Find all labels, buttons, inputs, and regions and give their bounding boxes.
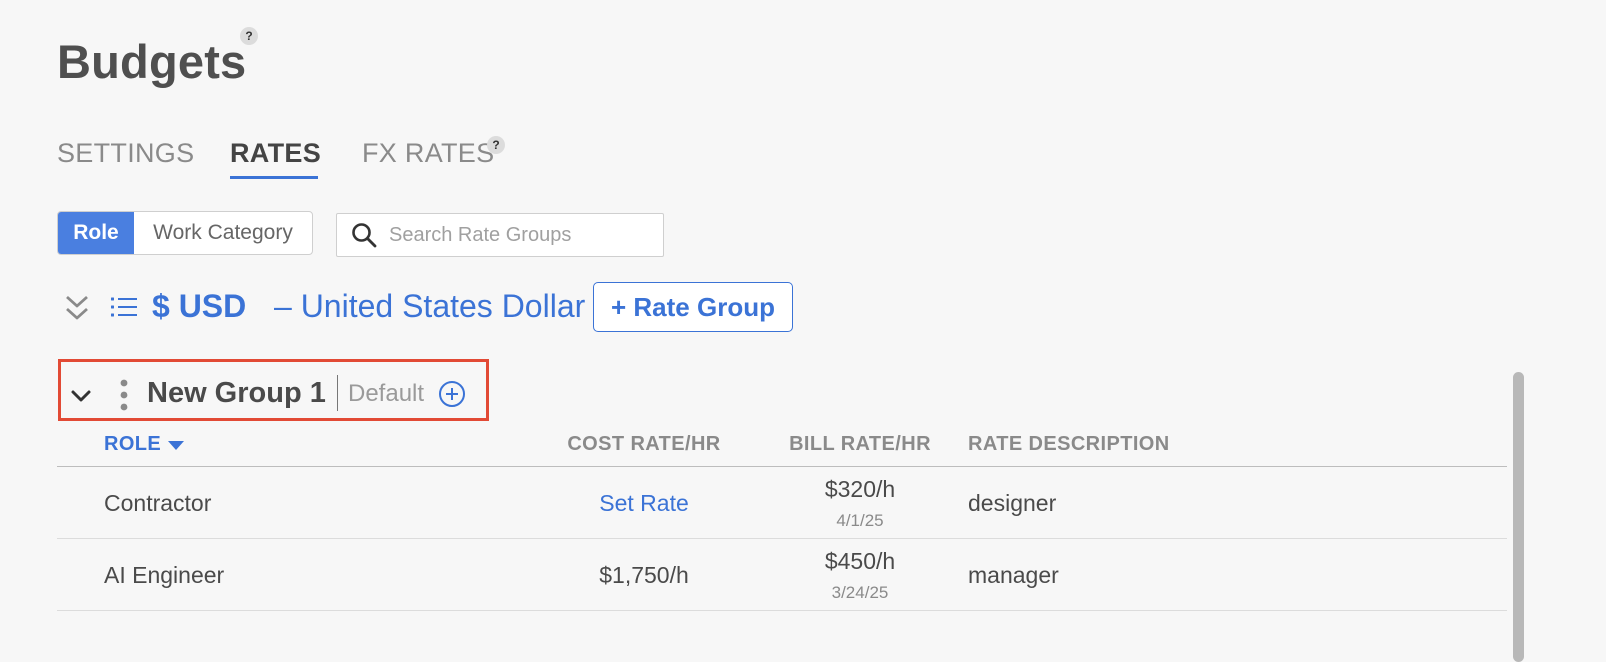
- column-header-bill-rate[interactable]: BILL RATE/HR: [789, 433, 931, 456]
- active-tab-indicator: [230, 176, 318, 179]
- drag-handle-icon[interactable]: [118, 378, 130, 412]
- group-default-label: Default: [348, 380, 425, 407]
- row-2-role: AI Engineer: [104, 562, 225, 588]
- sort-desc-icon[interactable]: [167, 440, 185, 451]
- search-icon: [352, 223, 377, 248]
- tab-settings[interactable]: SETTINGS: [57, 138, 194, 169]
- add-circle-icon[interactable]: [438, 380, 466, 408]
- tab-fx-rates[interactable]: FX RATES: [362, 138, 494, 169]
- chevron-down-icon[interactable]: [70, 389, 92, 403]
- vertical-scrollbar[interactable]: [1513, 372, 1524, 662]
- column-header-role[interactable]: ROLE: [104, 433, 161, 456]
- column-header-rate-description[interactable]: RATE DESCRIPTION: [968, 433, 1170, 456]
- toggle-work-category[interactable]: Work Category: [134, 212, 312, 254]
- currency-code: $ USD: [152, 288, 247, 324]
- row-1-set-rate-link[interactable]: Set Rate: [599, 490, 689, 517]
- row-2-cost-rate[interactable]: $1,750/h: [599, 562, 689, 589]
- row-1-bill-rate[interactable]: $320/h: [825, 476, 895, 503]
- row-2-bill-rate[interactable]: $450/h: [825, 548, 895, 575]
- row-2-description[interactable]: manager: [968, 562, 1059, 589]
- add-rate-group-button[interactable]: + Rate Group: [593, 282, 793, 332]
- group-name[interactable]: New Group 1: [147, 377, 326, 410]
- page-title: Budgets: [57, 35, 247, 88]
- toggle-role[interactable]: Role: [58, 212, 134, 254]
- row-1-bill-date: 4/1/25: [836, 511, 884, 530]
- row-2-bill-date: 3/24/25: [831, 583, 889, 602]
- tab-rates[interactable]: RATES: [230, 138, 321, 169]
- title-help-icon[interactable]: ?: [240, 27, 258, 45]
- collapse-all-icon[interactable]: [64, 293, 90, 323]
- fx-rates-help-icon[interactable]: ?: [487, 136, 505, 154]
- row-1-description[interactable]: designer: [968, 490, 1056, 517]
- currency-name: – United States Dollar: [274, 288, 586, 324]
- row-1-role: Contractor: [104, 490, 212, 516]
- row-divider: [57, 610, 1507, 611]
- group-divider: [337, 375, 338, 411]
- list-icon[interactable]: [110, 296, 138, 318]
- row-divider: [57, 538, 1507, 539]
- search-box: [336, 213, 664, 257]
- table-header-divider: [57, 466, 1507, 467]
- rate-type-toggle: Role Work Category: [57, 211, 313, 255]
- search-input[interactable]: [387, 222, 651, 248]
- column-header-cost-rate[interactable]: COST RATE/HR: [567, 433, 720, 456]
